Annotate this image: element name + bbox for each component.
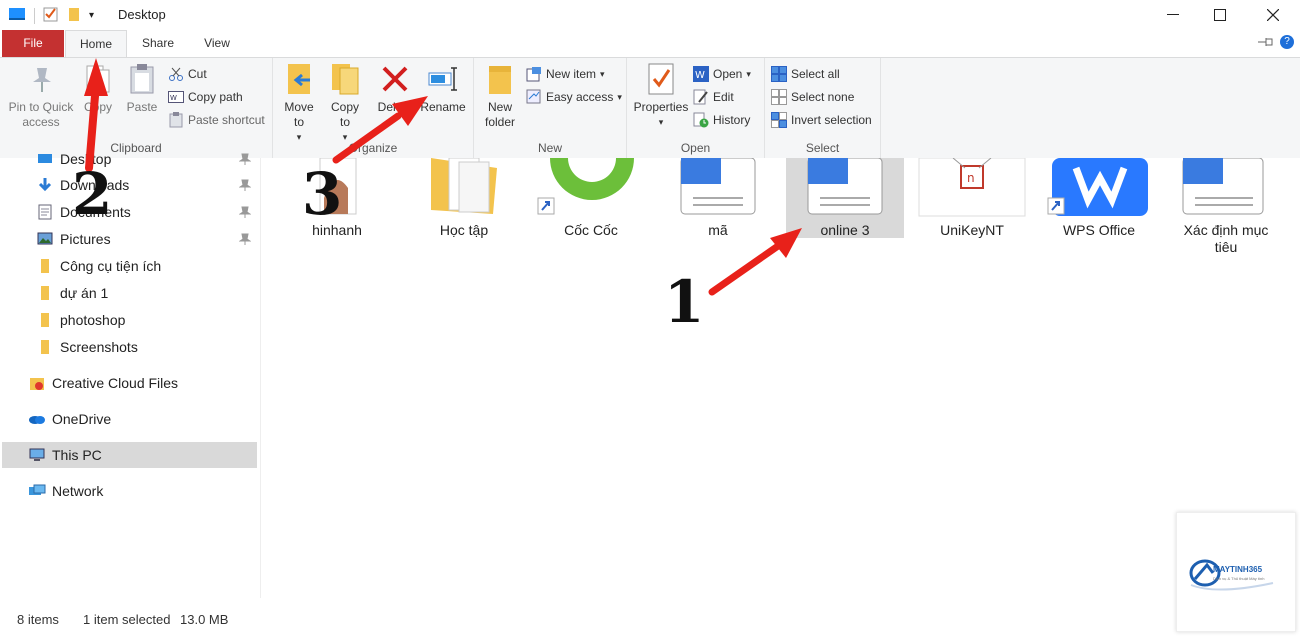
arrow-to-selected-file — [708, 228, 802, 296]
annotation-number-2: 2 — [72, 160, 113, 228]
arrow-to-home-tab — [84, 58, 108, 172]
annotation-arrows — [84, 58, 802, 296]
watermark-brand: MAYTINH365 — [1213, 565, 1263, 574]
annotation-number-3: 3 — [302, 160, 343, 228]
watermark-tagline: Dịch vụ & Thủ thuật Máy tính — [1213, 576, 1265, 581]
arrow-to-rename-button — [332, 96, 428, 164]
annotation-number-1: 1 — [664, 268, 705, 336]
maytinh365-watermark: MAYTINH365 Dịch vụ & Thủ thuật Máy tính — [1176, 512, 1296, 632]
